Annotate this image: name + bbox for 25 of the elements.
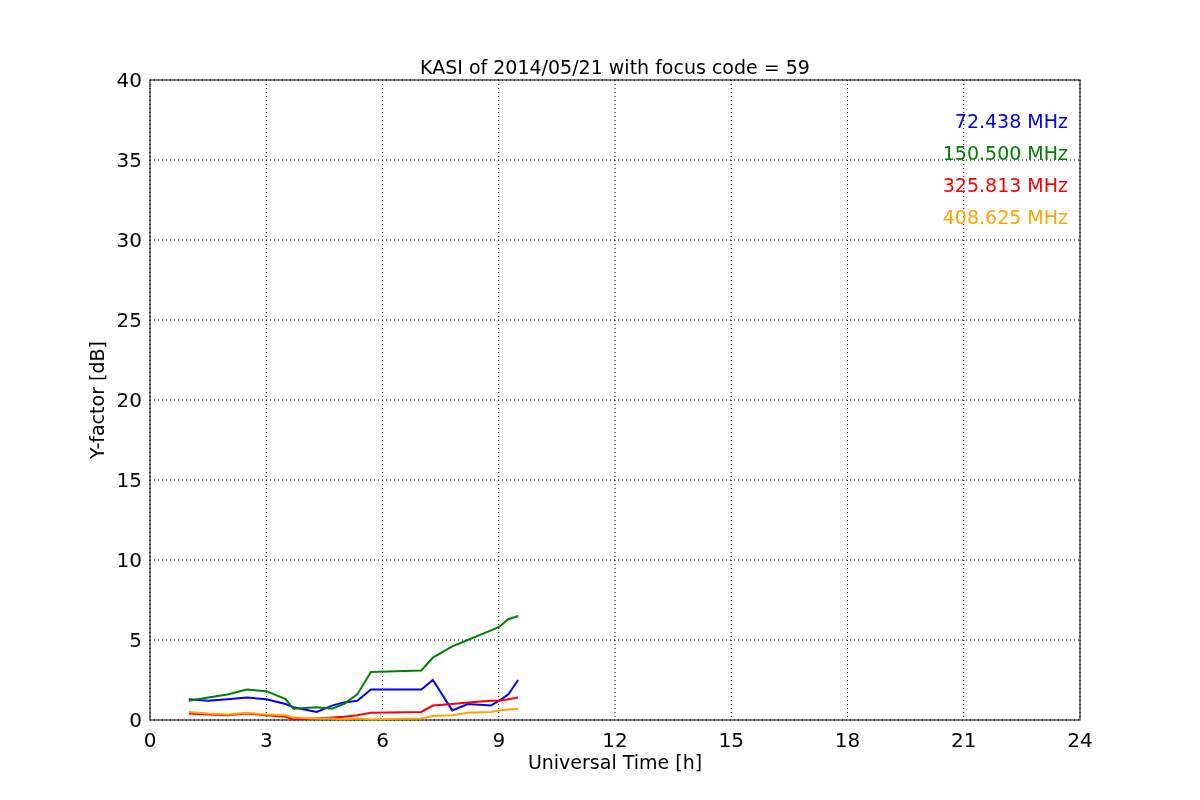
tick-label: 15 — [718, 728, 744, 752]
legend-label: 72.438 MHz — [954, 110, 1068, 132]
chart-title: KASI of 2014/05/21 with focus code = 59 — [420, 56, 810, 78]
tick-label: 3 — [259, 728, 273, 752]
tick-label: 12 — [602, 728, 628, 752]
x-axis-label: Universal Time [h] — [527, 751, 703, 773]
tick-label: 0 — [143, 728, 157, 752]
tick-label: 18 — [834, 728, 861, 752]
tick-label: 25 — [116, 308, 142, 332]
legend-label: 150.500 MHz — [942, 142, 1068, 164]
legend-label: 408.625 MHz — [942, 206, 1068, 228]
tick-label: 15 — [116, 468, 142, 492]
tick-label: 40 — [116, 68, 142, 92]
tick-label: 21 — [951, 728, 977, 752]
tick-label: 24 — [1067, 728, 1093, 752]
y-axis-label: Y-factor [dB] — [86, 341, 108, 459]
tick-label: 30 — [116, 228, 142, 252]
tick-label: 35 — [116, 148, 142, 172]
tick-label: 20 — [116, 388, 142, 412]
tick-label: 0 — [129, 708, 142, 732]
tick-label: 6 — [376, 728, 389, 752]
tick-label: 9 — [492, 728, 506, 752]
tick-label: 10 — [116, 548, 142, 572]
legend-label: 325.813 MHz — [942, 174, 1068, 196]
tick-label: 5 — [129, 628, 142, 652]
